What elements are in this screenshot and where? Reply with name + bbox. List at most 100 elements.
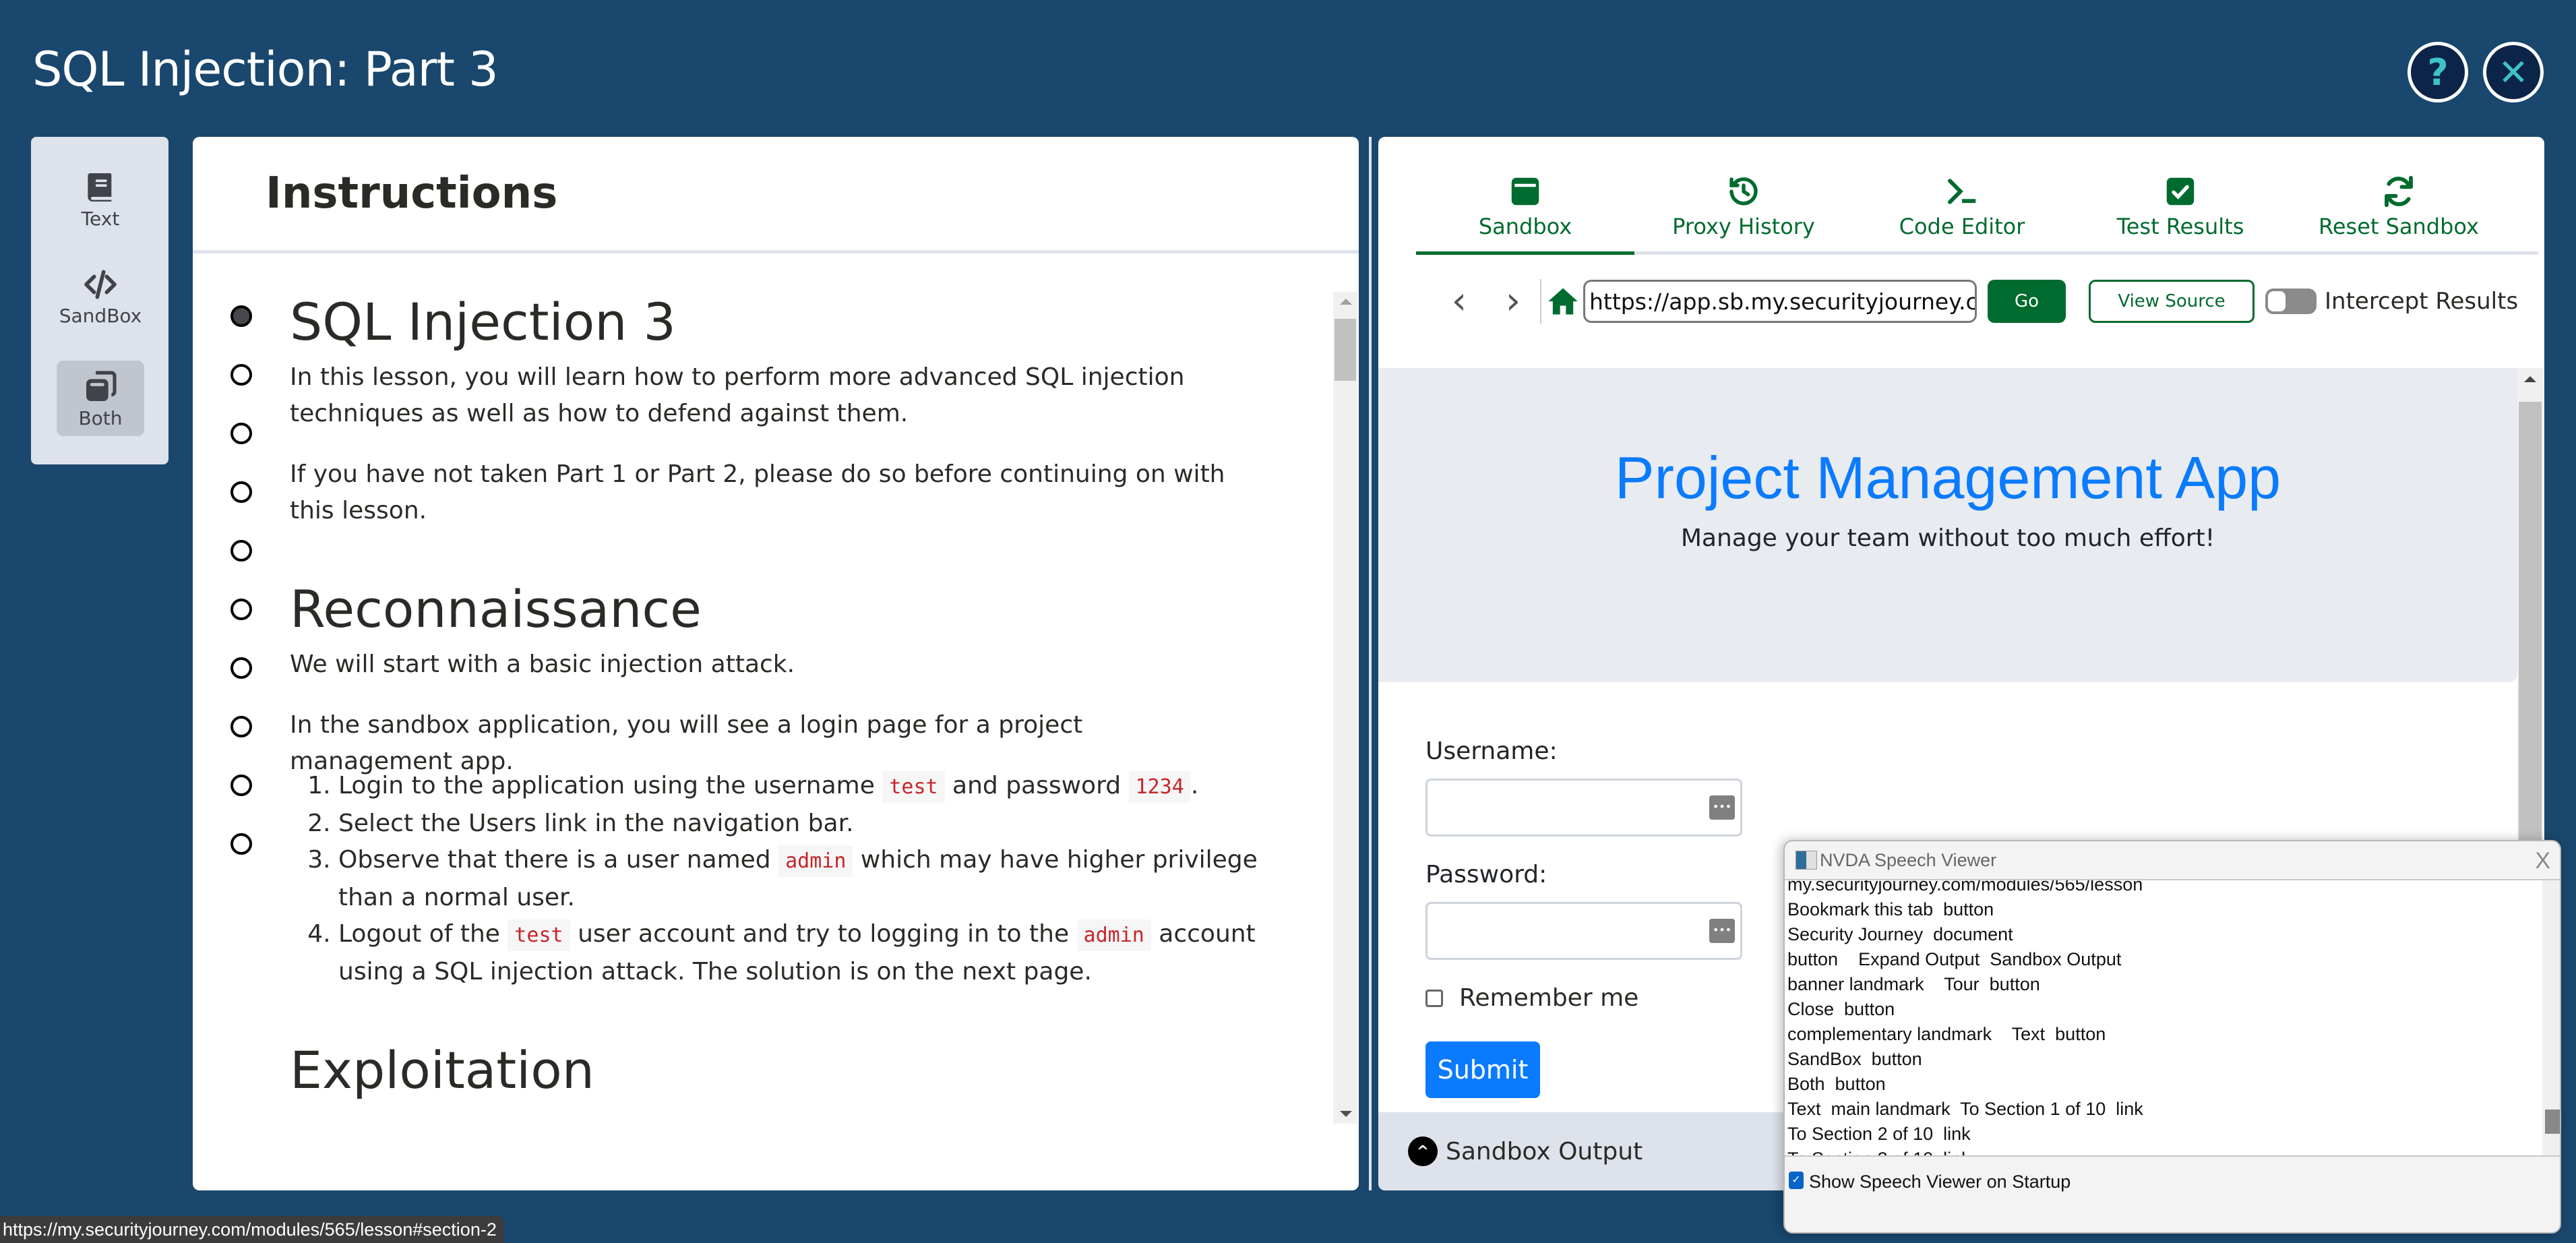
section-link-6[interactable] — [231, 599, 252, 620]
password-manager-icon[interactable]: ••• — [1709, 919, 1735, 943]
terminal-icon — [1948, 179, 1976, 204]
scroll-down-arrow[interactable] — [1340, 1111, 1352, 1117]
speech-line: Both button — [1787, 1074, 1886, 1094]
help-button[interactable]: ? — [2408, 42, 2468, 102]
check-square-icon — [2166, 177, 2195, 206]
startup-checkbox[interactable]: ✓ — [1789, 1172, 1804, 1189]
lesson-paragraph: We will start with a basic injection att… — [290, 650, 795, 678]
home-icon[interactable] — [1545, 284, 1581, 319]
lesson-paragraph: If you have not taken Part 1 or Part 2, … — [290, 460, 1225, 524]
section-link-5[interactable] — [231, 540, 252, 562]
chevron-up-icon[interactable]: ^ — [1408, 1136, 1438, 1166]
nvda-scrollbar[interactable] — [2542, 880, 2560, 1155]
lesson-heading: SQL Injection 3 — [290, 292, 676, 352]
app-hero: Project Management App Manage your team … — [1378, 368, 2517, 682]
instructions-title: Instructions — [266, 169, 558, 218]
speech-line: Security Journey document — [1787, 924, 2013, 944]
go-button[interactable]: Go — [1988, 280, 2066, 323]
tab-label: Proxy History — [1672, 214, 1815, 239]
step-item: Select the Users link in the navigation … — [338, 806, 1260, 842]
clone-icon — [86, 370, 117, 401]
chevron-right-icon: › — [1505, 279, 1521, 323]
nvda-title: NVDA Speech Viewer — [1820, 849, 1997, 870]
step-text: user account and try to logging in to th… — [570, 920, 1077, 948]
step-text: and password — [944, 772, 1129, 799]
scroll-thumb[interactable] — [1335, 319, 1356, 381]
book-icon — [88, 173, 112, 202]
username-label: Username: — [1425, 737, 1558, 765]
step-item: Login to the application using the usern… — [338, 768, 1260, 806]
app-subtitle: Manage your team without too much effort… — [1680, 524, 2215, 552]
step-text: Login to the application using the usern… — [338, 772, 883, 799]
remember-me: Remember me — [1425, 984, 1742, 1012]
scroll-up-arrow[interactable] — [2524, 376, 2536, 382]
submit-button[interactable]: Submit — [1425, 1041, 1540, 1098]
step-item: Observe that there is a user named admin… — [338, 842, 1260, 916]
lesson-heading: Reconnaissance — [290, 579, 702, 639]
nvda-close-button[interactable]: X — [2535, 848, 2550, 874]
section-link-10[interactable] — [231, 833, 252, 855]
tab-sandbox[interactable]: Sandbox — [1416, 137, 1634, 255]
steps-list: Login to the application using the usern… — [290, 768, 1260, 990]
tab-code-editor[interactable]: Code Editor — [1853, 137, 2071, 251]
code-snippet: test — [508, 919, 570, 951]
speech-line: banner landmark Tour button — [1787, 974, 2040, 994]
speech-line: Bookmark this tab button — [1787, 899, 1994, 919]
tab-label: Reset Sandbox — [2319, 214, 2479, 239]
nvda-footer: ✓ Show Speech Viewer on Startup — [1785, 1155, 2560, 1232]
instructions-header: Instructions — [193, 137, 1359, 253]
instructions-scrollbar[interactable] — [1333, 292, 1357, 1124]
section-link-9[interactable] — [231, 775, 252, 796]
nvda-speech-log[interactable]: my.securityjourney.com/modules/565/lesso… — [1785, 880, 2542, 1155]
forward-button[interactable]: › — [1486, 280, 1540, 323]
tab-label: Test Results — [2116, 214, 2244, 239]
username-input[interactable]: ••• — [1425, 779, 1742, 837]
window-icon — [1511, 177, 1539, 206]
intercept-label: Intercept Results — [2325, 288, 2519, 315]
speech-line: To Section 2 of 10 link — [1787, 1124, 1971, 1144]
scroll-thumb[interactable] — [2545, 1110, 2560, 1134]
nvda-titlebar[interactable]: NVDA Speech Viewer X — [1785, 841, 2560, 880]
section-link-8[interactable] — [231, 716, 252, 737]
section-link-1[interactable] — [231, 305, 252, 327]
section-link-7[interactable] — [231, 657, 252, 679]
section-link-2[interactable] — [231, 364, 252, 386]
tab-test-results[interactable]: Test Results — [2071, 137, 2290, 251]
instructions-body: SQL Injection 3 In this lesson, you will… — [193, 292, 1359, 1190]
page-title: SQL Injection: Part 3 — [32, 42, 499, 97]
tab-reset-sandbox[interactable]: Reset Sandbox — [2290, 137, 2508, 251]
tab-proxy-history[interactable]: Proxy History — [1634, 137, 1853, 251]
lesson-heading: Exploitation — [290, 1040, 594, 1100]
step-item: Logout of the test user account and try … — [338, 916, 1260, 990]
intercept-toggle[interactable] — [2265, 289, 2317, 314]
code-icon — [84, 270, 117, 299]
view-text-button[interactable]: Text — [57, 161, 144, 237]
password-manager-icon[interactable]: ••• — [1709, 795, 1735, 820]
remember-me-checkbox[interactable] — [1425, 989, 1443, 1007]
instructions-panel: Instructions SQL Injection 3 In this les… — [193, 137, 1359, 1190]
code-snippet: admin — [1076, 919, 1151, 951]
url-input[interactable]: https://app.sb.my.securityjourney.co — [1583, 280, 1977, 323]
step-text: Observe that there is a user named — [338, 846, 779, 874]
password-input[interactable]: ••• — [1425, 902, 1742, 960]
scroll-up-arrow[interactable] — [1340, 299, 1352, 305]
pane-resize-handle[interactable] — [1369, 137, 1372, 1190]
code-snippet: 1234 — [1128, 771, 1191, 803]
step-text: . — [1190, 772, 1199, 799]
code-snippet: admin — [778, 845, 853, 877]
back-button[interactable]: ‹ — [1432, 280, 1486, 323]
view-both-label: Both — [78, 406, 123, 429]
code-snippet: test — [882, 771, 945, 803]
step-text: Logout of the — [338, 920, 508, 948]
section-link-4[interactable] — [231, 481, 252, 503]
password-label: Password: — [1425, 861, 1547, 888]
speech-line: Close button — [1787, 999, 1895, 1019]
sandbox-tabs: Sandbox Proxy History Code Editor Test R… — [1416, 137, 2538, 255]
close-icon: ✕ — [2498, 51, 2529, 94]
question-icon: ? — [2427, 51, 2449, 94]
view-both-button[interactable]: Both — [57, 361, 144, 436]
section-link-3[interactable] — [231, 423, 252, 444]
close-button[interactable]: ✕ — [2483, 42, 2544, 102]
view-source-button[interactable]: View Source — [2089, 280, 2255, 323]
view-sandbox-button[interactable]: SandBox — [57, 258, 144, 334]
